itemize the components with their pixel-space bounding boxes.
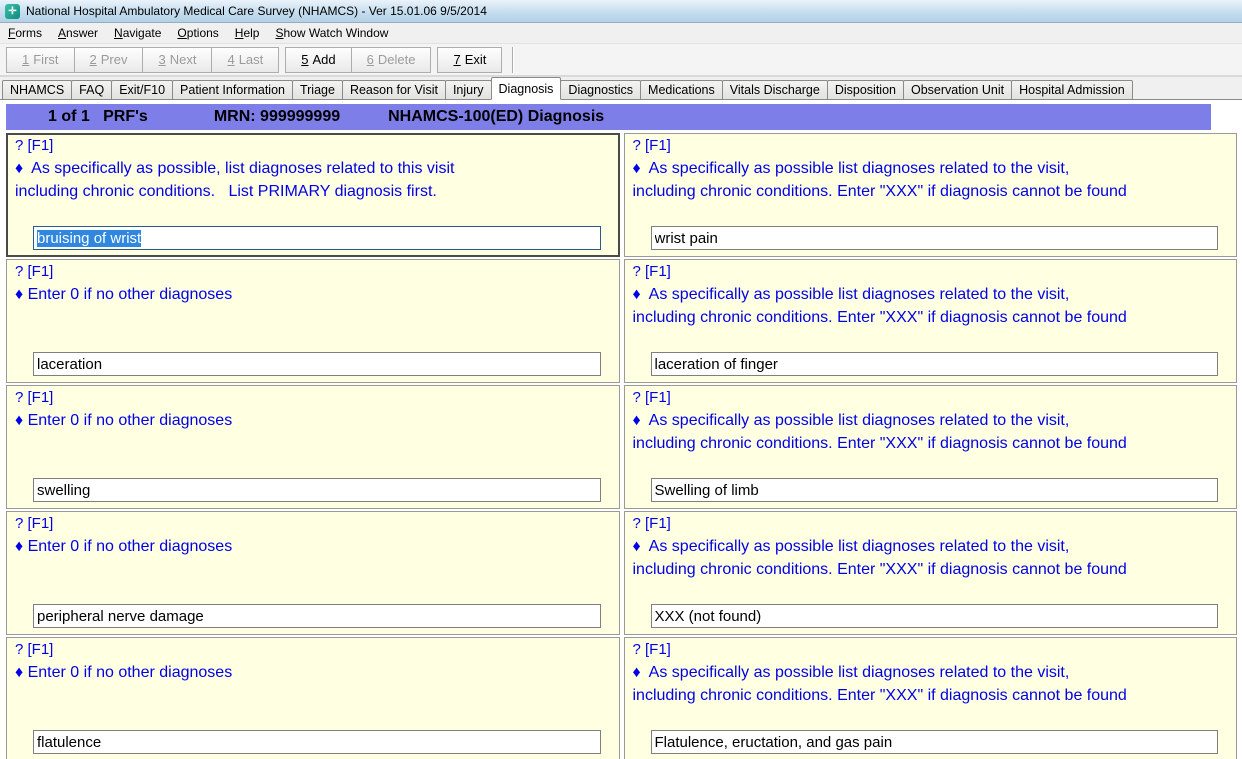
last-button[interactable]: 4Last (212, 47, 279, 73)
instruction-text: ♦ Enter 0 if no other diagnoses (15, 661, 611, 684)
help-label: ? [F1] (633, 514, 1229, 534)
instruction-text: ♦ As specifically as possible list diagn… (633, 409, 1229, 455)
tab-bar: NHAMCS FAQ Exit/F10 Patient Information … (0, 77, 1242, 100)
diagnosis-2-lookup-input[interactable] (651, 352, 1219, 376)
first-button[interactable]: 1First (6, 47, 75, 73)
title-bar[interactable]: ✛ National Hospital Ambulatory Medical C… (0, 0, 1242, 23)
diagnosis-panel-4: ? [F1] ♦ Enter 0 if no other diagnoses (6, 511, 620, 635)
menu-options[interactable]: Options (169, 23, 226, 43)
tab-patient-information[interactable]: Patient Information (172, 80, 293, 100)
instruction-text: ♦ As specifically as possible list diagn… (633, 535, 1229, 581)
exit-button[interactable]: 7Exit (437, 47, 502, 73)
toolbar-separator (512, 47, 514, 73)
window-title: National Hospital Ambulatory Medical Car… (26, 4, 487, 18)
help-label: ? [F1] (633, 640, 1229, 660)
diagnosis-lookup-panel-3: ? [F1] ♦ As specifically as possible lis… (624, 385, 1238, 509)
form-content: ? [F1] ♦ As specifically as possible, li… (0, 133, 1242, 759)
tab-hospital-admission[interactable]: Hospital Admission (1011, 80, 1133, 100)
tab-nhamcs[interactable]: NHAMCS (2, 80, 72, 100)
tab-injury[interactable]: Injury (445, 80, 492, 100)
instruction-text: ♦ As specifically as possible list diagn… (633, 283, 1229, 329)
help-label: ? [F1] (633, 262, 1229, 282)
diagnosis-lookup-panel-1: ? [F1] ♦ As specifically as possible lis… (624, 133, 1238, 257)
next-button[interactable]: 3Next (143, 47, 212, 73)
diagnosis-4-lookup-input[interactable] (651, 604, 1219, 628)
menu-bar: Forms Answer Navigate Options Help Show … (0, 23, 1242, 44)
diagnosis-lookup-panel-2: ? [F1] ♦ As specifically as possible lis… (624, 259, 1238, 383)
help-label: ? [F1] (15, 388, 611, 408)
help-label: ? [F1] (15, 514, 611, 534)
diagnosis-2-input[interactable] (33, 352, 601, 376)
app-icon[interactable]: ✛ (5, 4, 20, 19)
tab-triage[interactable]: Triage (292, 80, 343, 100)
toolbar: 1First 2Prev 3Next 4Last 5Add 6Delete 7E… (0, 44, 1242, 77)
diagnosis-5-input[interactable] (33, 730, 601, 754)
selected-text: bruising of wrist (37, 230, 141, 247)
diagnosis-lookup-panel-4: ? [F1] ♦ As specifically as possible lis… (624, 511, 1238, 635)
instruction-text: ♦ Enter 0 if no other diagnoses (15, 283, 611, 306)
tab-diagnostics[interactable]: Diagnostics (560, 80, 641, 100)
help-label: ? [F1] (15, 136, 611, 156)
diagnosis-panel-5: ? [F1] ♦ Enter 0 if no other diagnoses (6, 637, 620, 759)
instruction-text: ♦ As specifically as possible, list diag… (15, 157, 611, 203)
help-label: ? [F1] (15, 262, 611, 282)
menu-forms[interactable]: Forms (0, 23, 50, 43)
form-title: NHAMCS-100(ED) Diagnosis (388, 108, 604, 126)
tab-medications[interactable]: Medications (640, 80, 723, 100)
menu-answer[interactable]: Answer (50, 23, 106, 43)
instruction-text: ♦ As specifically as possible list diagn… (633, 157, 1229, 203)
delete-button[interactable]: 6Delete (352, 47, 432, 73)
menu-navigate[interactable]: Navigate (106, 23, 169, 43)
record-count: 1 of 1 PRF's (48, 108, 148, 126)
diagnosis-1-input[interactable]: bruising of wrist (33, 226, 601, 250)
diagnosis-3-lookup-input[interactable] (651, 478, 1219, 502)
help-label: ? [F1] (15, 640, 611, 660)
tab-diagnosis[interactable]: Diagnosis (491, 77, 562, 100)
tab-disposition[interactable]: Disposition (827, 80, 904, 100)
mrn-label: MRN: 999999999 (214, 108, 340, 126)
diagnosis-panel-3: ? [F1] ♦ Enter 0 if no other diagnoses (6, 385, 620, 509)
tab-observation-unit[interactable]: Observation Unit (903, 80, 1012, 100)
instruction-text: ♦ As specifically as possible list diagn… (633, 661, 1229, 707)
tab-vitals-discharge[interactable]: Vitals Discharge (722, 80, 828, 100)
diagnosis-3-input[interactable] (33, 478, 601, 502)
help-label: ? [F1] (633, 136, 1229, 156)
diagnosis-panel-1: ? [F1] ♦ As specifically as possible, li… (6, 133, 620, 257)
diagnosis-1-lookup-input[interactable] (651, 226, 1219, 250)
menu-help[interactable]: Help (227, 23, 268, 43)
tab-exit-f10[interactable]: Exit/F10 (111, 80, 173, 100)
diagnosis-4-input[interactable] (33, 604, 601, 628)
help-label: ? [F1] (633, 388, 1229, 408)
menu-show-watch-window[interactable]: Show Watch Window (267, 23, 396, 43)
add-button[interactable]: 5Add (285, 47, 351, 73)
diagnosis-lookup-panel-5: ? [F1] ♦ As specifically as possible lis… (624, 637, 1238, 759)
prev-button[interactable]: 2Prev (75, 47, 144, 73)
record-header-strip: 1 of 1 PRF's MRN: 999999999 NHAMCS-100(E… (0, 100, 1242, 133)
instruction-text: ♦ Enter 0 if no other diagnoses (15, 535, 611, 558)
diagnosis-5-lookup-input[interactable] (651, 730, 1219, 754)
tab-reason-for-visit[interactable]: Reason for Visit (342, 80, 446, 100)
diagnosis-panel-2: ? [F1] ♦ Enter 0 if no other diagnoses (6, 259, 620, 383)
instruction-text: ♦ Enter 0 if no other diagnoses (15, 409, 611, 432)
tab-faq[interactable]: FAQ (71, 80, 112, 100)
record-header: 1 of 1 PRF's MRN: 999999999 NHAMCS-100(E… (6, 104, 1211, 130)
